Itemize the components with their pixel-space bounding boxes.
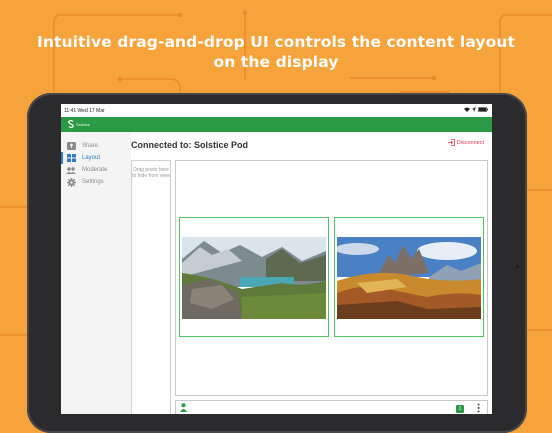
- sidebar-item-label: Moderate: [82, 167, 108, 173]
- wifi-icon: [464, 107, 470, 112]
- sidebar-item-layout[interactable]: Layout: [61, 152, 131, 164]
- solstice-logo-icon: [68, 120, 74, 129]
- marketing-headline: Intuitive drag-and-drop UI controls the …: [0, 32, 552, 72]
- gear-icon: [66, 177, 76, 187]
- disconnect-label: Disconnect: [456, 139, 484, 146]
- sidebar-item-label: Layout: [82, 155, 101, 161]
- status-icons: [464, 107, 488, 112]
- sidebar: Share Layout Moderate Settings: [61, 132, 131, 414]
- drop-zone-hint: Drag posts here to hide from view: [132, 167, 170, 180]
- headline-line-1: Intuitive drag-and-drop UI controls the …: [36, 33, 516, 51]
- hidden-posts-drop-zone[interactable]: Drag posts here to hide from view: [131, 160, 171, 414]
- tablet-screen: 11:41 Wed 17 Mar Solstice Share Layout M…: [61, 104, 492, 414]
- front-camera: [516, 265, 519, 268]
- battery-icon: [478, 107, 488, 112]
- location-icon: [472, 107, 476, 112]
- page-title: Connected to: Solstice Pod: [131, 140, 249, 150]
- layout-icon: [66, 153, 76, 163]
- display-layout-canvas[interactable]: [175, 160, 488, 396]
- headline-line-2: on the display: [213, 53, 339, 71]
- content-post[interactable]: [334, 217, 484, 337]
- sidebar-item-moderate[interactable]: Moderate: [61, 164, 131, 176]
- sidebar-item-label: Settings: [82, 179, 104, 185]
- people-icon: [66, 165, 76, 175]
- content-post[interactable]: [179, 217, 329, 337]
- dolomites-peaks-photo: [337, 237, 481, 319]
- more-options-icon[interactable]: [477, 403, 480, 413]
- mountain-lake-photo: [182, 237, 326, 319]
- disconnect-button[interactable]: Disconnect: [447, 139, 484, 146]
- sidebar-item-share[interactable]: Share: [61, 140, 131, 152]
- post-controls-bar: 1: [175, 400, 488, 414]
- status-bar: 11:41 Wed 17 Mar: [61, 104, 492, 117]
- sidebar-item-settings[interactable]: Settings: [61, 176, 131, 188]
- post-count-badge[interactable]: 1: [456, 405, 464, 413]
- app-header: Solstice: [61, 117, 492, 132]
- sidebar-item-label: Share: [82, 143, 99, 149]
- status-time: 11:41 Wed 17 Mar: [64, 108, 105, 114]
- app-name: Solstice: [76, 122, 91, 127]
- disconnect-icon: [447, 139, 455, 146]
- user-icon: [180, 403, 187, 412]
- share-icon: [66, 141, 76, 151]
